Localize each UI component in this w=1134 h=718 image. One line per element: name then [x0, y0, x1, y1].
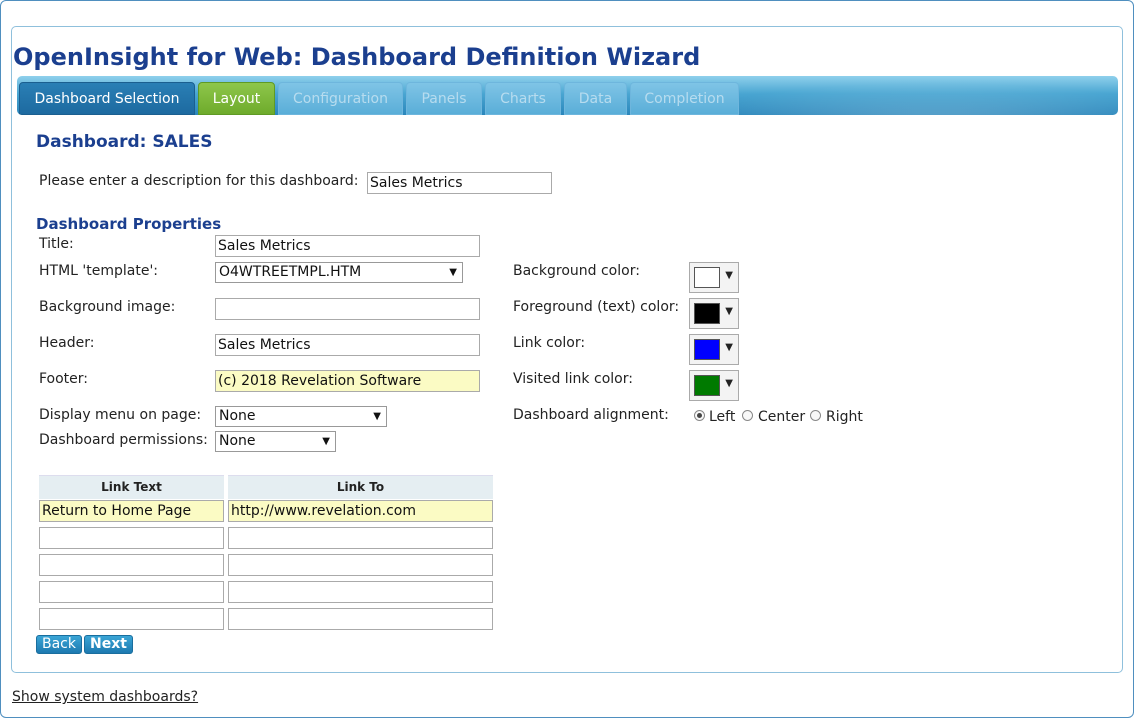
header-input[interactable]: Sales Metrics: [215, 334, 480, 356]
fg-color-swatch: [694, 303, 720, 324]
footer-input[interactable]: (c) 2018 Revelation Software: [215, 370, 480, 392]
chevron-down-icon: ▼: [322, 436, 330, 447]
tab-completion: Completion: [630, 82, 739, 115]
menu-select-value: None: [219, 408, 256, 424]
link-to-input[interactable]: [228, 554, 493, 576]
chevron-down-icon: ▼: [725, 270, 733, 281]
template-select[interactable]: O4WTREETMPL.HTM ▼: [215, 262, 463, 283]
bg-image-input[interactable]: [215, 298, 480, 320]
menu-label: Display menu on page:: [39, 407, 202, 423]
permissions-label: Dashboard permissions:: [39, 432, 208, 448]
title-input[interactable]: Sales Metrics: [215, 235, 480, 257]
description-input[interactable]: Sales Metrics: [367, 172, 552, 194]
bg-color-picker[interactable]: ▼: [689, 262, 739, 293]
permissions-select-value: None: [219, 433, 256, 449]
link-to-header: Link To: [228, 475, 493, 499]
link-to-input[interactable]: [228, 527, 493, 549]
tab-panels: Panels: [406, 82, 482, 115]
wizard-tab-bar: Dashboard Selection Layout Configuration…: [17, 76, 1118, 115]
properties-section-title: Dashboard Properties: [36, 215, 222, 233]
tab-data: Data: [564, 82, 627, 115]
fg-color-label: Foreground (text) color:: [513, 299, 680, 315]
bg-image-label: Background image:: [39, 299, 176, 315]
link-color-swatch: [694, 339, 720, 360]
permissions-select[interactable]: None ▼: [215, 431, 336, 452]
link-color-label: Link color:: [513, 335, 586, 351]
alignment-option-left: Left: [709, 409, 736, 425]
bg-color-swatch: [694, 267, 720, 288]
tab-configuration: Configuration: [278, 82, 403, 115]
chevron-down-icon: ▼: [725, 342, 733, 353]
link-text-input[interactable]: [39, 608, 224, 630]
back-button[interactable]: Back: [36, 635, 82, 654]
visited-color-label: Visited link color:: [513, 371, 633, 387]
header-label: Header:: [39, 335, 95, 351]
link-text-input[interactable]: [39, 581, 224, 603]
chevron-down-icon: ▼: [373, 411, 381, 422]
title-label: Title:: [39, 236, 74, 252]
chevron-down-icon: ▼: [449, 267, 457, 278]
link-to-input[interactable]: [228, 581, 493, 603]
alignment-label: Dashboard alignment:: [513, 407, 669, 423]
dashboard-heading: Dashboard: SALES: [36, 132, 213, 152]
link-to-input[interactable]: http://www.revelation.com: [228, 500, 493, 522]
link-text-input[interactable]: [39, 527, 224, 549]
alignment-radio-left[interactable]: [694, 410, 705, 421]
alignment-option-center: Center: [758, 409, 806, 425]
visited-color-picker[interactable]: ▼: [689, 370, 739, 401]
link-text-input[interactable]: Return to Home Page: [39, 500, 224, 522]
description-label: Please enter a description for this dash…: [39, 173, 359, 189]
visited-color-swatch: [694, 375, 720, 396]
alignment-radio-center[interactable]: [742, 410, 753, 421]
show-system-dashboards-link[interactable]: Show system dashboards?: [12, 689, 198, 705]
footer-label: Footer:: [39, 371, 89, 387]
template-select-value: O4WTREETMPL.HTM: [219, 264, 362, 280]
template-label: HTML 'template':: [39, 263, 159, 279]
link-text-input[interactable]: [39, 554, 224, 576]
next-button[interactable]: Next: [84, 635, 133, 654]
menu-select[interactable]: None ▼: [215, 406, 387, 427]
alignment-option-right: Right: [826, 409, 863, 425]
app-title: OpenInsight for Web: Dashboard Definitio…: [13, 43, 701, 71]
link-color-picker[interactable]: ▼: [689, 334, 739, 365]
link-to-input[interactable]: [228, 608, 493, 630]
tab-layout[interactable]: Layout: [198, 82, 275, 115]
alignment-radio-right[interactable]: [810, 410, 821, 421]
link-text-header: Link Text: [39, 475, 224, 499]
chevron-down-icon: ▼: [725, 306, 733, 317]
tab-dashboard-selection[interactable]: Dashboard Selection: [19, 82, 195, 115]
fg-color-picker[interactable]: ▼: [689, 298, 739, 329]
chevron-down-icon: ▼: [725, 378, 733, 389]
bg-color-label: Background color:: [513, 263, 640, 279]
tab-charts: Charts: [485, 82, 561, 115]
